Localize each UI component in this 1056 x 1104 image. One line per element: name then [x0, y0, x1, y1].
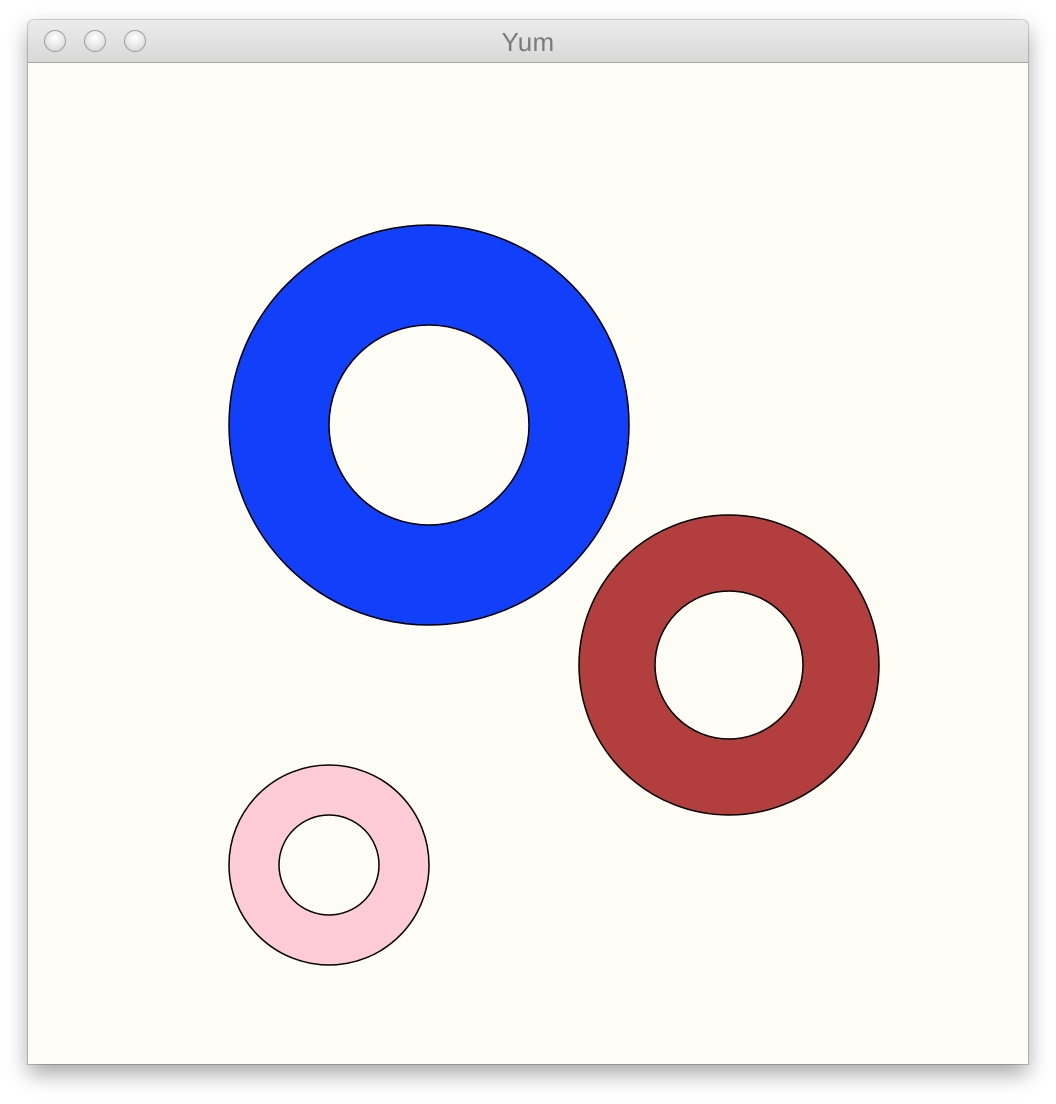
- pink-ring: [228, 764, 430, 966]
- red-ring: [578, 514, 880, 816]
- pink-ring-hole: [278, 814, 380, 916]
- drawing-canvas[interactable]: [28, 63, 1028, 1064]
- window-title: Yum: [501, 27, 555, 57]
- blue-ring-hole: [328, 324, 530, 526]
- canvas-area[interactable]: [28, 63, 1028, 1064]
- app-window: Yum: [28, 20, 1028, 1064]
- red-ring-hole: [654, 590, 804, 740]
- title-bar[interactable]: Yum: [28, 20, 1028, 63]
- blue-ring: [228, 224, 630, 626]
